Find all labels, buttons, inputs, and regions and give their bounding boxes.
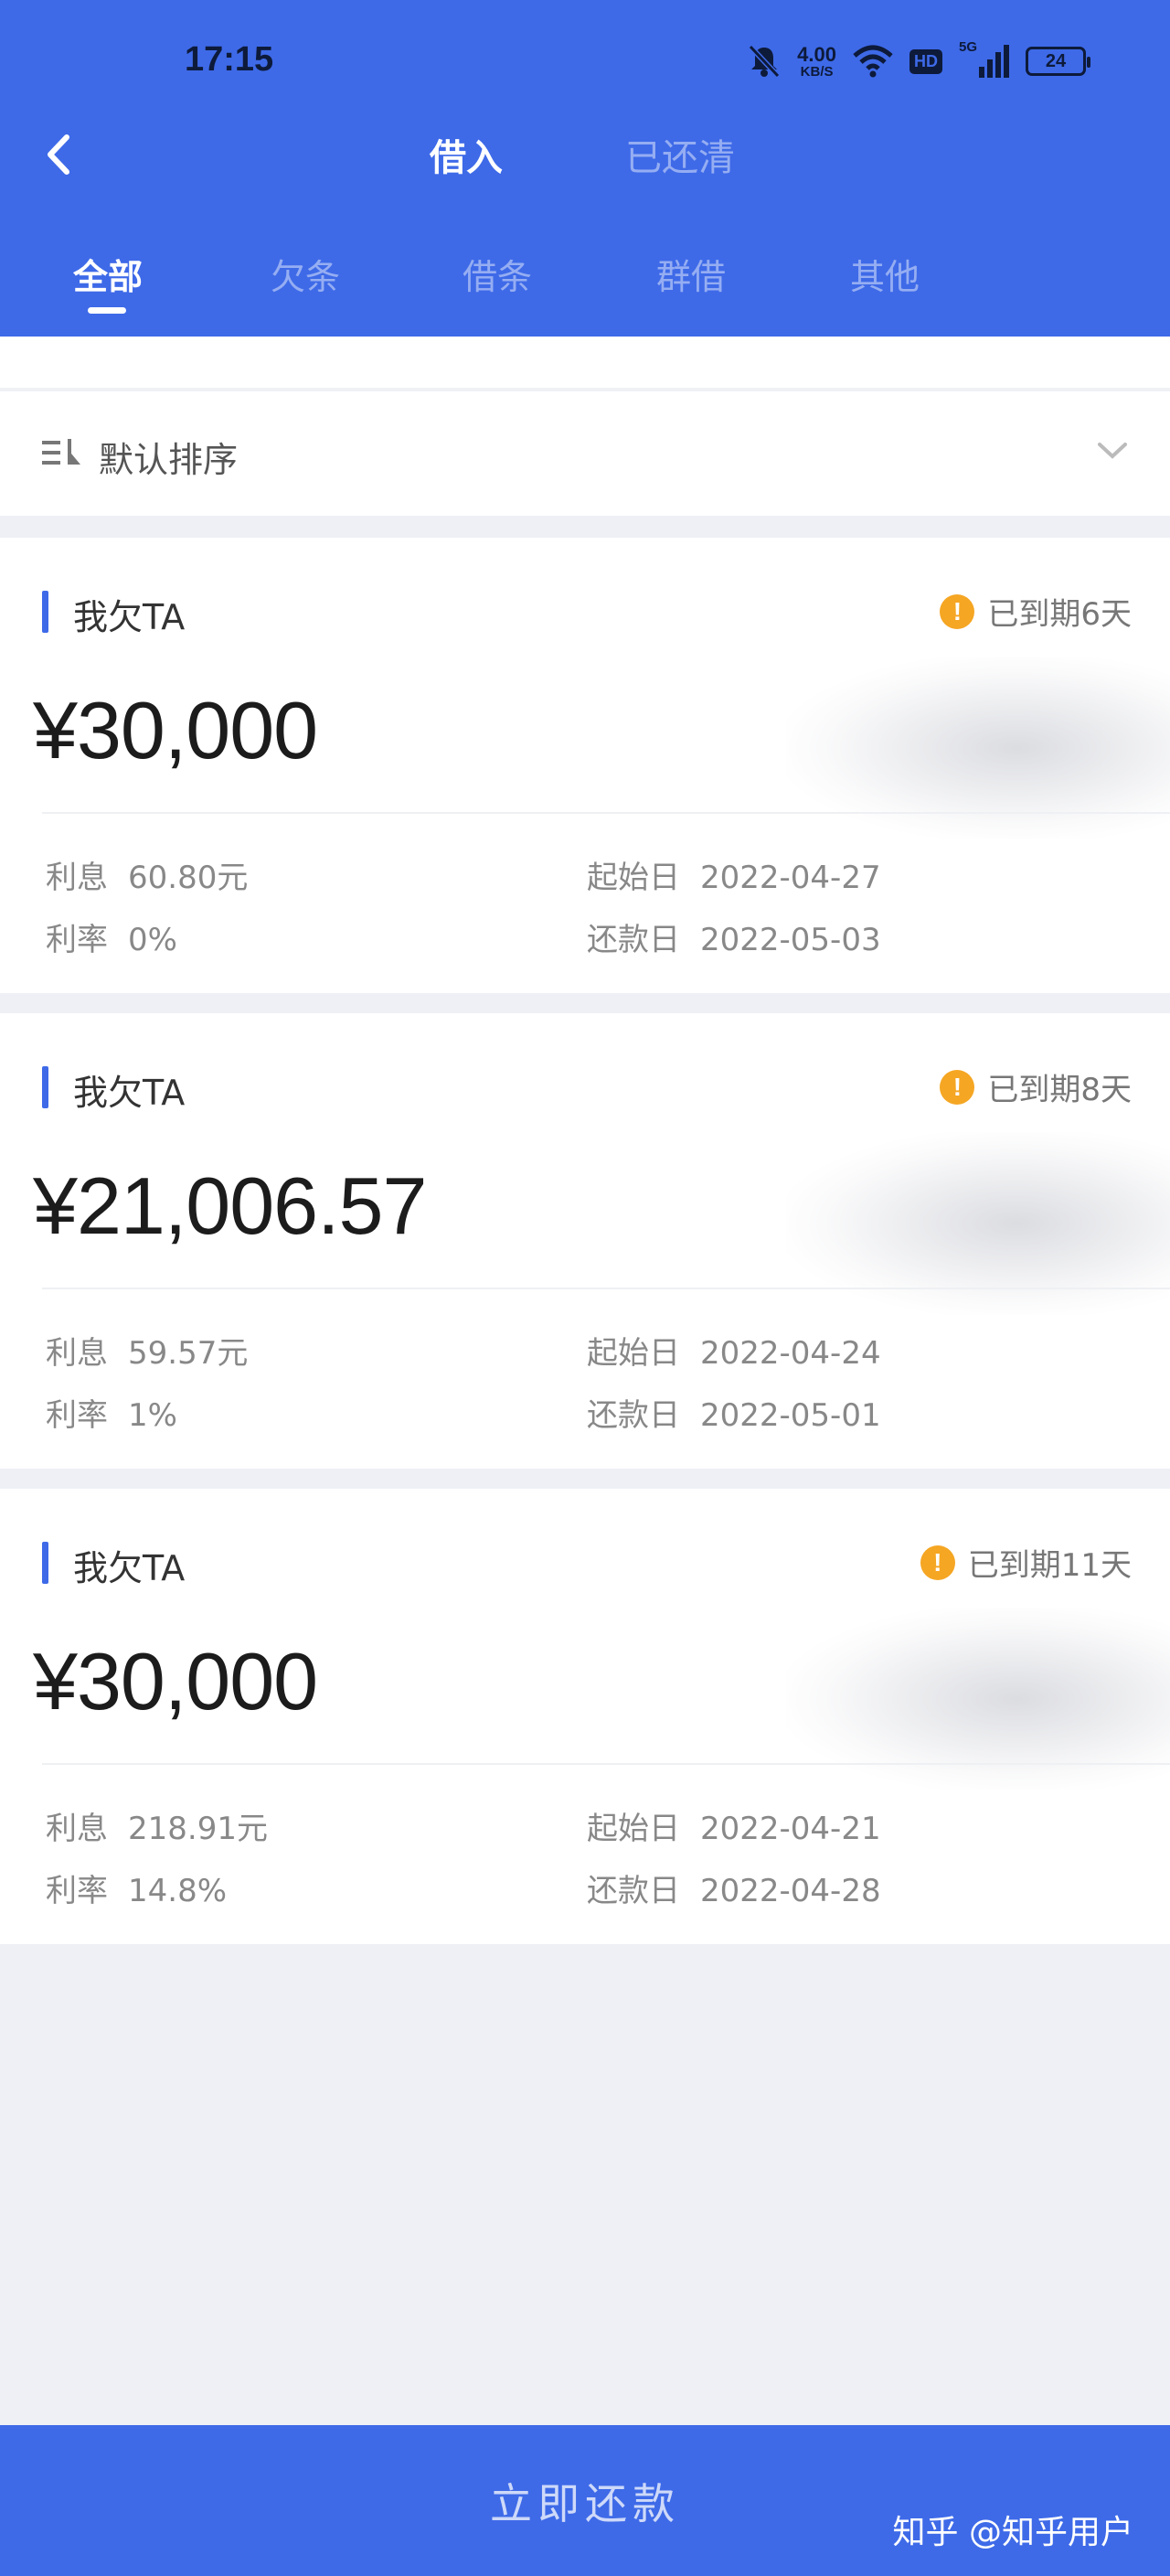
interest-field: 利息 59.57元: [46, 1328, 248, 1373]
signal-icon: 5G: [959, 39, 1009, 78]
due-date-field: 还款日 2022-05-03: [587, 914, 881, 959]
warning-icon: !: [940, 1069, 975, 1105]
tab-borrowed[interactable]: 借入: [430, 128, 503, 181]
speed-unit: KB/S: [800, 63, 834, 80]
due-status-text: 已到期6天: [987, 596, 1132, 633]
network-type: 5G: [959, 39, 978, 55]
mute-bell-icon: [748, 44, 781, 79]
debt-amount: ¥30,000: [33, 1636, 318, 1726]
sort-bar[interactable]: 默认排序: [0, 391, 1170, 516]
start-date-label: 起始日: [587, 1335, 680, 1372]
sub-tab-all[interactable]: 全部: [73, 249, 143, 299]
debt-card[interactable]: 我欠TA ! 已到期11天 ¥30,000 利息 218.91元 利率 14.8% …: [0, 1489, 1170, 1944]
start-date-value: 2022-04-24: [700, 1335, 881, 1372]
rate-field: 利率 0%: [46, 914, 177, 959]
start-date-value: 2022-04-27: [700, 860, 881, 896]
card-divider: [42, 1763, 1170, 1765]
card-accent-bar: [42, 591, 48, 633]
warning-icon: !: [940, 593, 975, 629]
rate-value: 1%: [128, 1397, 177, 1434]
interest-value: 60.80元: [128, 860, 249, 896]
hd-badge: HD: [909, 48, 942, 74]
interest-label: 利息: [46, 1811, 108, 1847]
chevron-left-icon: [48, 134, 69, 175]
due-status: ! 已到期11天: [920, 1540, 1132, 1585]
sort-icon: [42, 439, 80, 465]
rate-value: 0%: [128, 922, 177, 958]
sub-tab-other[interactable]: 其他: [850, 249, 920, 299]
start-date-field: 起始日 2022-04-24: [587, 1328, 881, 1373]
debt-amount: ¥21,006.57: [33, 1160, 427, 1251]
due-date-value: 2022-05-01: [700, 1397, 881, 1434]
start-date-label: 起始日: [587, 860, 680, 896]
header: 17:15 4.00 KB/S HD 5G 24 借入 已还清 全部 欠条 借条…: [0, 0, 1170, 337]
interest-label: 利息: [46, 860, 108, 896]
due-date-label: 还款日: [587, 1873, 680, 1909]
card-divider: [42, 1288, 1170, 1289]
due-date-field: 还款日 2022-04-28: [587, 1865, 881, 1910]
interest-field: 利息 60.80元: [46, 852, 248, 897]
rate-value: 14.8%: [128, 1873, 228, 1909]
start-date-field: 起始日 2022-04-21: [587, 1803, 881, 1848]
battery-icon: 24: [1026, 47, 1090, 76]
status-bar: 17:15 4.00 KB/S HD 5G 24: [0, 0, 1170, 119]
debt-amount: ¥30,000: [33, 685, 318, 775]
rate-label: 利率: [46, 1873, 108, 1909]
warning-icon: !: [920, 1545, 955, 1580]
due-status: ! 已到期6天: [940, 589, 1132, 634]
sort-strip: [0, 337, 1170, 390]
status-icons: 4.00 KB/S HD 5G 24: [748, 39, 1090, 82]
debt-type: 我欠TA: [73, 1073, 186, 1113]
speed-value: 4.00: [797, 42, 836, 66]
due-date-label: 还款日: [587, 922, 680, 958]
start-date-label: 起始日: [587, 1811, 680, 1847]
chevron-down-icon[interactable]: [1097, 441, 1128, 461]
sub-tab-loan-note[interactable]: 借条: [463, 249, 532, 299]
status-time: 17:15: [185, 40, 274, 79]
due-status: ! 已到期8天: [940, 1064, 1132, 1109]
sub-tab-group-loan[interactable]: 群借: [656, 249, 726, 299]
start-date-value: 2022-04-21: [700, 1811, 881, 1847]
due-status-text: 已到期8天: [987, 1072, 1132, 1108]
battery-level: 24: [1045, 50, 1067, 71]
card-accent-bar: [42, 1066, 48, 1108]
debt-card[interactable]: 我欠TA ! 已到期6天 ¥30,000 利息 60.80元 利率 0% 起始日 20…: [0, 538, 1170, 993]
start-date-field: 起始日 2022-04-27: [587, 852, 881, 897]
rate-label: 利率: [46, 922, 108, 958]
sub-tab-iou[interactable]: 欠条: [271, 249, 340, 299]
due-status-text: 已到期11天: [967, 1547, 1132, 1584]
card-divider: [42, 812, 1170, 814]
tab-repaid[interactable]: 已还清: [625, 128, 735, 181]
wifi-icon: [853, 45, 893, 78]
back-button[interactable]: [33, 123, 84, 187]
interest-value: 218.91元: [128, 1811, 268, 1847]
sub-tabs: 全部 欠条 借条 群借 其他: [0, 249, 1170, 313]
active-tab-indicator: [88, 307, 126, 314]
rate-field: 利率 1%: [46, 1390, 177, 1435]
due-date-value: 2022-05-03: [700, 922, 881, 958]
due-date-field: 还款日 2022-05-01: [587, 1390, 881, 1435]
repay-now-button[interactable]: 立即还款: [0, 2425, 1170, 2576]
debt-type: 我欠TA: [73, 1548, 186, 1588]
sort-label: 默认排序: [99, 440, 239, 480]
interest-value: 59.57元: [128, 1335, 249, 1372]
repay-now-label: 立即还款: [490, 2478, 680, 2528]
debt-card[interactable]: 我欠TA ! 已到期8天 ¥21,006.57 利息 59.57元 利率 1% 起始…: [0, 1013, 1170, 1469]
due-date-label: 还款日: [587, 1397, 680, 1434]
due-date-value: 2022-04-28: [700, 1873, 881, 1909]
rate-field: 利率 14.8%: [46, 1865, 227, 1910]
rate-label: 利率: [46, 1397, 108, 1434]
debt-type: 我欠TA: [73, 597, 186, 637]
card-accent-bar: [42, 1542, 48, 1584]
interest-field: 利息 218.91元: [46, 1803, 268, 1848]
network-speed: 4.00 KB/S: [797, 42, 836, 80]
watermark: 知乎 @知乎用户: [892, 2514, 1133, 2551]
interest-label: 利息: [46, 1335, 108, 1372]
